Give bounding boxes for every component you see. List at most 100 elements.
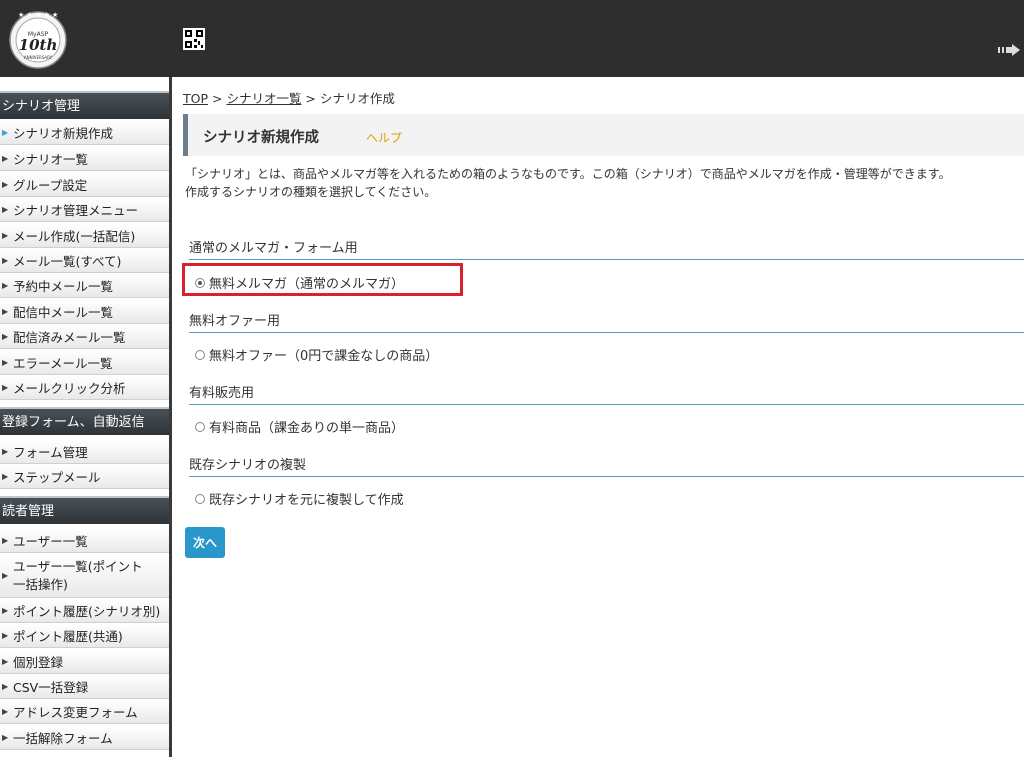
sidebar-item-label: メールクリック分析 (13, 381, 126, 396)
sidebar-item-label: CSV一括登録 (13, 680, 89, 695)
sidebar-item-new-scenario[interactable]: ▶ シナリオ新規作成 (0, 121, 169, 145)
sidebar-item-point-history-common[interactable]: ▶ ポイント履歴(共通) (0, 624, 169, 648)
breadcrumb-top-link[interactable]: TOP (183, 91, 208, 106)
sidebar-item-user-list-points[interactable]: ▶ ユーザー一覧(ポイント一括操作) (0, 554, 169, 598)
sidebar-item-label: ユーザー一覧 (13, 534, 88, 549)
breadcrumb-current: シナリオ作成 (319, 91, 395, 106)
sidebar-item-sent-mail[interactable]: ▶ 配信済みメール一覧 (0, 325, 169, 349)
radio-label: 無料オファー（0円で課金なしの商品） (209, 349, 439, 364)
section-heading-mailmag: 通常のメルマガ・フォーム用 (189, 237, 1024, 260)
page-description: 「シナリオ」とは、商品やメルマガ等を入れるための箱のようなものです。この箱（シナ… (185, 165, 951, 201)
top-header: ★ ★ ★ ★ ★ MyASP 10th ANNIVERSARY (0, 0, 1024, 77)
triangle-right-icon: ▶ (2, 256, 9, 265)
sidebar-item-label: 配信済みメール一覧 (13, 330, 126, 345)
svg-text:10th: 10th (19, 36, 58, 54)
sidebar-section-forms: 登録フォーム、自動返信 (0, 407, 169, 435)
sidebar-item-address-change[interactable]: ▶ アドレス変更フォーム (0, 700, 169, 724)
sidebar-item-form-management[interactable]: ▶ フォーム管理 (0, 440, 169, 464)
triangle-right-icon: ▶ (2, 657, 9, 666)
section-heading-paid: 有料販売用 (189, 382, 1024, 405)
triangle-right-icon: ▶ (2, 307, 9, 316)
sidebar-item-bulk-unsubscribe[interactable]: ▶ 一括解除フォーム (0, 726, 169, 750)
triangle-right-icon: ▶ (2, 447, 9, 456)
breadcrumb: TOP > シナリオ一覧 > シナリオ作成 (183, 88, 395, 107)
sidebar-item-mail-list-all[interactable]: ▶ メール一覧(すべて) (0, 249, 169, 273)
triangle-right-icon: ▶ (2, 358, 9, 367)
sidebar-item-error-mail[interactable]: ▶ エラーメール一覧 (0, 351, 169, 375)
sidebar-item-sending-mail[interactable]: ▶ 配信中メール一覧 (0, 300, 169, 324)
sidebar-item-scenario-menu[interactable]: ▶ シナリオ管理メニュー (0, 198, 169, 222)
myasp-10th-anniversary-logo[interactable]: ★ ★ ★ ★ ★ MyASP 10th ANNIVERSARY (6, 8, 70, 70)
sidebar-item-label: 個別登録 (13, 655, 64, 670)
next-button[interactable]: 次へ (185, 527, 225, 558)
sidebar-item-group-settings[interactable]: ▶ グループ設定 (0, 173, 169, 197)
sidebar-item-label: シナリオ管理メニュー (13, 203, 139, 218)
sidebar-section-title: シナリオ管理 (2, 99, 81, 114)
logout-arrow-icon[interactable] (998, 42, 1024, 58)
sidebar-item-label: エラーメール一覧 (13, 356, 113, 371)
triangle-right-icon: ▶ (2, 281, 9, 290)
radio-unchecked-icon[interactable] (195, 493, 205, 504)
radio-label: 有料商品（課金ありの単一商品） (209, 421, 405, 436)
triangle-right-icon: ▶ (2, 606, 9, 615)
triangle-right-icon: ▶ (2, 571, 9, 580)
breadcrumb-scenario-list-link[interactable]: シナリオ一覧 (226, 91, 301, 106)
sidebar-item-scheduled-mail[interactable]: ▶ 予約中メール一覧 (0, 274, 169, 298)
sidebar-section-title: 読者管理 (2, 504, 55, 519)
sidebar-item-step-mail[interactable]: ▶ ステップメール (0, 465, 169, 489)
sidebar-item-label: 予約中メール一覧 (13, 279, 114, 294)
help-link[interactable]: ヘルプ (366, 129, 402, 146)
sidebar-item-label: メール作成(一括配信) (13, 229, 136, 244)
sidebar-item-label: アドレス変更フォーム (13, 705, 138, 720)
svg-text:★ ★ ★ ★ ★: ★ ★ ★ ★ ★ (18, 11, 58, 19)
triangle-right-icon: ▶ (2, 383, 9, 392)
sidebar-item-label: ポイント履歴(シナリオ別) (13, 604, 161, 619)
qr-code-icon[interactable] (183, 28, 205, 50)
sidebar-item-label: シナリオ一覧 (13, 152, 89, 167)
sidebar-item-label: フォーム管理 (13, 445, 88, 460)
sidebar-section-readers: 読者管理 (0, 496, 169, 524)
triangle-right-icon: ▶ (2, 128, 9, 137)
breadcrumb-separator: > (208, 91, 227, 106)
triangle-right-icon: ▶ (2, 472, 9, 481)
triangle-right-icon: ▶ (2, 536, 9, 545)
description-line: 作成するシナリオの種類を選択してください。 (185, 185, 437, 199)
sidebar-section-scenario: シナリオ管理 (0, 91, 169, 119)
page-title-bar: シナリオ新規作成 ヘルプ (183, 114, 1024, 156)
highlight-box (182, 263, 463, 296)
radio-unchecked-icon[interactable] (195, 349, 205, 360)
triangle-right-icon: ▶ (2, 682, 9, 691)
sidebar-item-point-history-scenario[interactable]: ▶ ポイント履歴(シナリオ別) (0, 599, 169, 623)
radio-unchecked-icon[interactable] (195, 421, 205, 432)
sidebar-item-label: ユーザー一覧(ポイント一括操作) (13, 558, 143, 592)
sidebar-item-mail-create[interactable]: ▶ メール作成(一括配信) (0, 224, 169, 248)
triangle-right-icon: ▶ (2, 332, 9, 341)
radio-label: 既存シナリオを元に複製して作成 (209, 493, 404, 508)
radio-paid-product[interactable]: 有料商品（課金ありの単一商品） (195, 417, 404, 436)
sidebar-item-label: ステップメール (13, 470, 101, 485)
sidebar-item-user-list[interactable]: ▶ ユーザー一覧 (0, 529, 169, 553)
radio-duplicate-scenario[interactable]: 既存シナリオを元に複製して作成 (195, 489, 404, 508)
sidebar-item-label: 配信中メール一覧 (13, 305, 114, 320)
main-content: TOP > シナリオ一覧 > シナリオ作成 シナリオ新規作成 ヘルプ 「シナリオ… (176, 77, 1024, 757)
sidebar-menu: シナリオ管理 ▶ シナリオ新規作成 ▶ シナリオ一覧 ▶ グループ設定 ▶ シナリオ管理… (0, 77, 172, 757)
triangle-right-icon: ▶ (2, 154, 9, 163)
sidebar-item-label: 一括解除フォーム (13, 731, 113, 746)
sidebar-section-title: 登録フォーム、自動返信 (2, 415, 145, 430)
sidebar-item-scenario-list[interactable]: ▶ シナリオ一覧 (0, 147, 169, 171)
triangle-right-icon: ▶ (2, 631, 9, 640)
description-line: 「シナリオ」とは、商品やメルマガ等を入れるための箱のようなものです。この箱（シナ… (185, 167, 951, 181)
triangle-right-icon: ▶ (2, 180, 9, 189)
triangle-right-icon: ▶ (2, 205, 9, 214)
triangle-right-icon: ▶ (2, 707, 9, 716)
sidebar-item-label: ポイント履歴(共通) (13, 629, 123, 644)
sidebar-item-label: シナリオ新規作成 (13, 126, 114, 141)
sidebar-item-csv-register[interactable]: ▶ CSV一括登録 (0, 675, 169, 699)
radio-free-offer[interactable]: 無料オファー（0円で課金なしの商品） (195, 345, 438, 364)
sidebar-item-label: グループ設定 (13, 178, 88, 193)
sidebar-item-individual-register[interactable]: ▶ 個別登録 (0, 650, 169, 674)
section-heading-duplicate: 既存シナリオの複製 (189, 454, 1024, 477)
breadcrumb-separator: > (301, 91, 320, 106)
sidebar-item-click-analysis[interactable]: ▶ メールクリック分析 (0, 376, 169, 400)
triangle-right-icon: ▶ (2, 733, 9, 742)
